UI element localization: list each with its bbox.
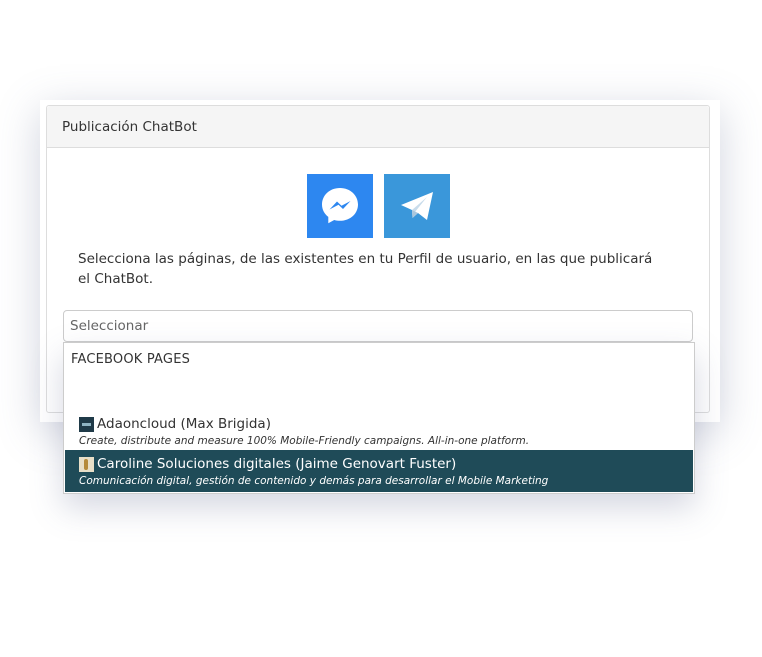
pages-select-input[interactable]: Seleccionar: [63, 310, 693, 342]
page-option-caroline[interactable]: Caroline Soluciones digitales (Jaime Gen…: [65, 450, 693, 492]
page-option-name: Caroline Soluciones digitales (Jaime Gen…: [97, 456, 457, 472]
adaoncloud-logo-icon: [79, 416, 94, 432]
telegram-channel-button[interactable]: [384, 174, 450, 238]
panel-header: Publicación ChatBot: [47, 106, 709, 148]
page-option-description: Create, distribute and measure 100% Mobi…: [79, 435, 530, 447]
page-option-name: Adaoncloud (Max Brigida): [97, 416, 271, 432]
panel-title: Publicación ChatBot: [62, 118, 197, 135]
messenger-channel-button[interactable]: [307, 174, 373, 238]
telegram-icon: [401, 192, 433, 220]
messenger-icon: [322, 188, 358, 224]
page-option-adaoncloud[interactable]: Adaoncloud (Max Brigida) Create, distrib…: [65, 415, 693, 449]
caroline-logo-icon: [79, 456, 94, 472]
dropdown-group-label: FACEBOOK PAGES: [71, 352, 191, 367]
intro-text: Selecciona las páginas, de las existente…: [78, 251, 653, 287]
select-placeholder: Seleccionar: [70, 318, 149, 334]
page-option-description: Comunicación digital, gestión de conteni…: [79, 475, 549, 487]
pages-dropdown: FACEBOOK PAGES Adaoncloud (Max Brigida) …: [63, 342, 695, 494]
